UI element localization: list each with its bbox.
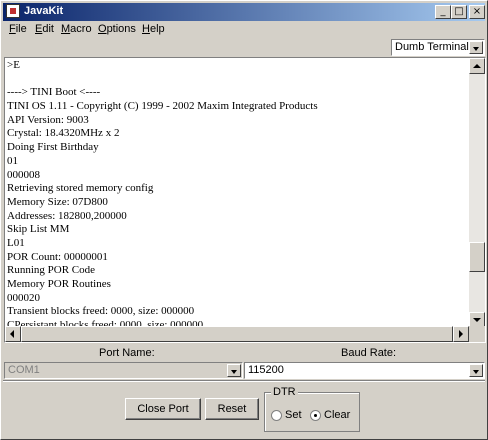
vertical-scroll-thumb[interactable]: [469, 242, 485, 272]
menu-edit[interactable]: Edit: [35, 23, 54, 35]
terminal-line: Crystal: 18.4320MHz x 2: [7, 127, 120, 140]
chevron-down-icon[interactable]: [469, 364, 483, 377]
dtr-set-label[interactable]: Set: [285, 409, 302, 421]
menu-help[interactable]: Help: [142, 23, 165, 35]
chevron-down-icon[interactable]: [469, 41, 483, 54]
terminal-line: Skip List MM: [7, 223, 70, 236]
horizontal-scroll-thumb[interactable]: [21, 326, 453, 342]
minimize-button[interactable]: _: [435, 5, 451, 19]
baud-rate-label: Baud Rate:: [341, 347, 397, 359]
port-name-label: Port Name:: [99, 347, 155, 359]
terminal-line: POR Count: 00000001: [7, 250, 108, 263]
terminal-line: 000020: [7, 291, 40, 304]
menu-options[interactable]: Options: [98, 23, 136, 35]
menu-file[interactable]: File: [9, 23, 27, 35]
toolbar: Dumb Terminal: [3, 39, 485, 57]
dtr-label: DTR: [271, 386, 298, 398]
terminal-mode-value: Dumb Terminal: [395, 41, 469, 53]
terminal-line: 01: [7, 154, 18, 167]
dtr-group: DTR Set Clear: [264, 386, 360, 432]
menu-bar: File Edit Macro Options Help: [3, 21, 485, 39]
terminal-line: ----> TINI Boot <----: [7, 86, 101, 99]
maximize-button[interactable]: □: [451, 5, 467, 19]
dtr-set-radio[interactable]: [271, 410, 282, 421]
terminal-line: Memory Size: 07D800: [7, 195, 108, 208]
scroll-corner: [469, 326, 485, 342]
scroll-left-icon[interactable]: [5, 326, 21, 342]
reset-button[interactable]: Reset: [205, 398, 259, 420]
dtr-clear-label[interactable]: Clear: [324, 409, 350, 421]
terminal-line: Memory POR Routines: [7, 278, 111, 290]
dtr-clear-radio[interactable]: [310, 410, 321, 421]
title-bar[interactable]: JavaKit _ □ ×: [3, 3, 485, 21]
terminal-line: Transient blocks freed: 0000, size: 0000…: [7, 305, 195, 318]
baud-rate-value: 115200: [248, 364, 284, 376]
javakit-window: JavaKit _ □ × File Edit Macro Options He…: [0, 0, 488, 440]
close-port-button[interactable]: Close Port: [125, 398, 201, 420]
close-button[interactable]: ×: [469, 5, 485, 19]
horizontal-scrollbar[interactable]: [5, 326, 469, 342]
terminal-line: Doing First Birthday: [7, 141, 99, 154]
baud-rate-select[interactable]: 115200: [244, 362, 485, 379]
port-name-value: COM1: [8, 364, 40, 376]
terminal-line: >E: [7, 59, 20, 71]
menu-macro[interactable]: Macro: [61, 23, 92, 35]
terminal-mode-select[interactable]: Dumb Terminal: [391, 39, 485, 56]
terminal-line: Retrieving stored memory config: [7, 182, 154, 195]
terminal-line: Addresses: 182800,200000: [7, 209, 127, 222]
chevron-down-icon[interactable]: [227, 364, 241, 377]
terminal-text: >E ----> TINI Boot <---- TINI OS 1.11 - Co…: [7, 59, 471, 329]
terminal-output[interactable]: >E ----> TINI Boot <---- TINI OS 1.11 - Co…: [4, 57, 486, 343]
terminal-line: TINI OS 1.11 - Copyright (C) 1999 - 2002…: [7, 100, 318, 113]
separator: [3, 380, 485, 382]
terminal-line: Running POR Code: [7, 264, 96, 277]
terminal-line: 000008: [7, 168, 40, 181]
terminal-line: API Version: 9003: [7, 113, 89, 126]
scroll-right-icon[interactable]: [453, 326, 469, 342]
vertical-scrollbar[interactable]: [469, 58, 485, 328]
terminal-line: L01: [7, 236, 25, 249]
scroll-up-icon[interactable]: [469, 58, 485, 74]
app-icon: [6, 4, 20, 18]
port-name-select[interactable]: COM1: [4, 362, 243, 379]
window-title: JavaKit: [24, 5, 64, 17]
